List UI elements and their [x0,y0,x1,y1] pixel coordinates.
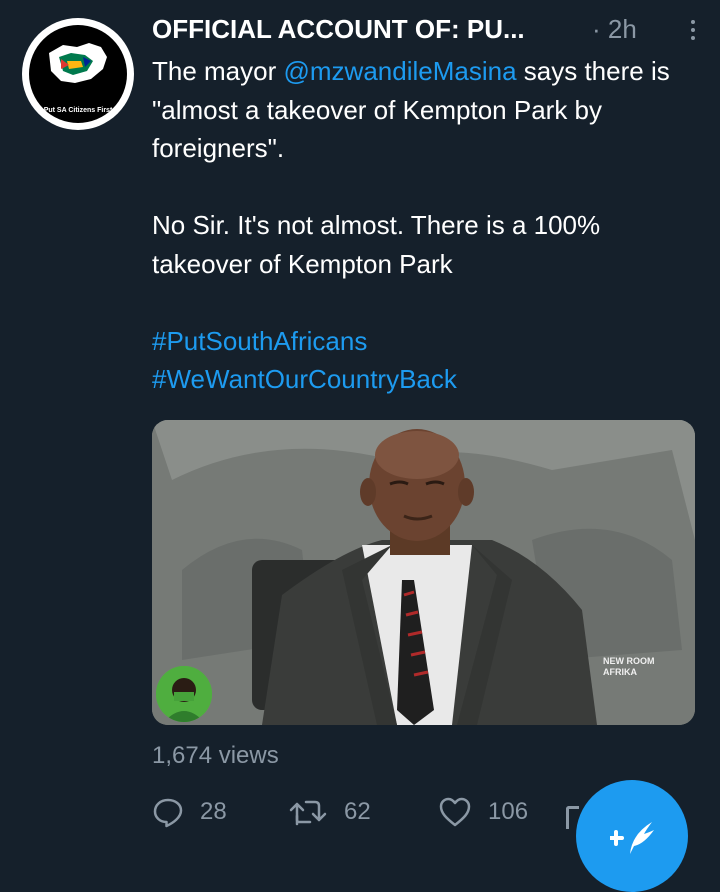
retweet-count: 62 [344,798,371,825]
like-icon [439,797,471,827]
view-count: 1,674 views [152,742,279,769]
tweet-paragraph-1: The mayor @mzwandileMasina says there is… [152,52,692,168]
hashtag-link-2[interactable]: #WeWantOurCountryBack [152,364,457,394]
reply-icon [153,798,183,828]
tweet-paragraph-2: No Sir. It's not almost. There is a 100%… [152,210,601,279]
tweet-text: The mayor @mzwandileMasina says there is… [152,52,692,399]
reply-count: 28 [200,798,227,825]
watermark-line-2: AFRIKA [603,667,637,677]
display-name[interactable]: OFFICIAL ACCOUNT OF: PU... [152,14,525,45]
avatar-caption: Put SA Citizens First [43,107,113,114]
south-africa-map-icon [49,43,107,83]
profile-avatar[interactable]: Put SA Citizens First [22,18,134,130]
retweet-button[interactable]: 62 [288,790,371,834]
like-count: 106 [488,798,529,825]
tweet-video[interactable]: NEW ROOM AFRIKA [152,420,695,725]
hashtag-link-1[interactable]: #PutSouthAfricans [152,326,367,356]
watermark-line-1: NEW ROOM [603,656,655,666]
more-icon[interactable] [686,16,700,46]
compose-button[interactable] [576,780,688,892]
avatar-logo: Put SA Citizens First [29,25,127,123]
compose-icon [610,822,654,854]
mention-link[interactable]: @mzwandileMasina [284,56,517,86]
tweet-time[interactable]: · 2h [592,14,637,45]
reply-button[interactable]: 28 [152,790,227,834]
retweet-icon [289,800,327,826]
like-button[interactable]: 106 [438,790,528,834]
text-segment: The mayor [152,56,284,86]
tweet-header: OFFICIAL ACCOUNT OF: PU... · 2h [152,10,700,50]
video-overlay-avatar [156,666,212,722]
channel-watermark: NEW ROOM AFRIKA [603,656,661,692]
